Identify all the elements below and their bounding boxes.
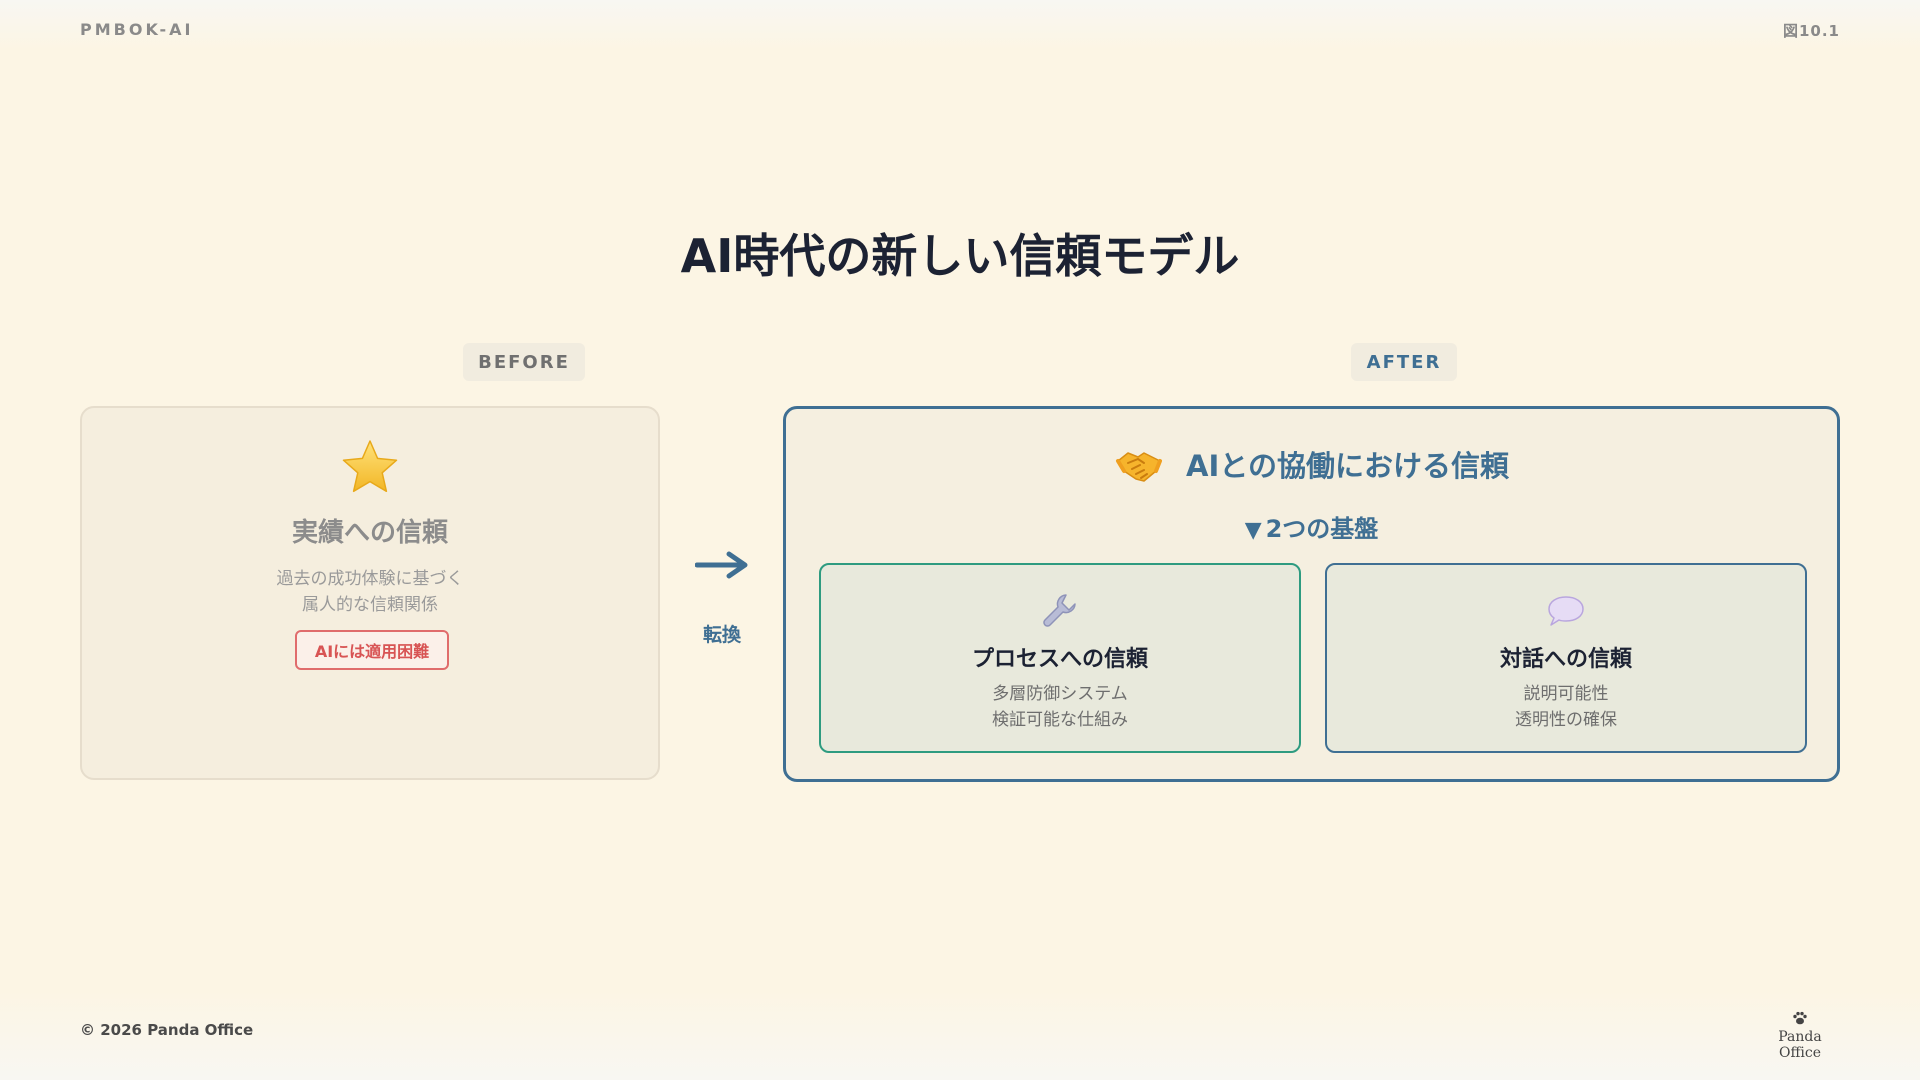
pillar-process-description: 多層防御システム 検証可能な仕組み <box>821 681 1299 733</box>
copyright: © 2026 Panda Office <box>80 1021 254 1039</box>
right-arrow-icon <box>695 551 748 579</box>
before-description: 過去の成功体験に基づく 属人的な信頼関係 <box>82 566 658 618</box>
before-description-line: 属人的な信頼関係 <box>302 595 438 615</box>
pillar-dialogue-description: 説明可能性 透明性の確保 <box>1327 681 1805 733</box>
pillar-process-title: プロセスへの信頼 <box>971 647 1148 672</box>
after-header: AIとの協働における信頼 <box>786 439 1837 489</box>
down-triangle-icon: ▼ <box>1244 518 1262 543</box>
pillar-description-line: 説明可能性 <box>1523 684 1609 704</box>
pillar-dialogue-title: 対話への信頼 <box>1499 647 1632 672</box>
not-applicable-badge: AIには適用困難 <box>295 630 449 670</box>
footer-logo-text: Panda Office <box>1778 1029 1822 1061</box>
brand-label: PMBOK-AI <box>80 20 194 39</box>
figure-number: 図10.1 <box>1782 22 1840 40</box>
before-tag: BEFORE <box>463 343 585 381</box>
wrench-icon <box>1043 594 1076 627</box>
pillar-dialogue: 対話への信頼 説明可能性 透明性の確保 <box>1325 563 1807 753</box>
transition-label: 転換 <box>702 624 741 646</box>
paw-icon <box>1793 1011 1807 1025</box>
pillar-description-line: 透明性の確保 <box>1515 710 1617 730</box>
footer-logo: Panda Office <box>1760 1010 1840 1061</box>
pillar-description-line: 多層防御システム <box>992 684 1128 704</box>
after-title: AIとの協働における信頼 <box>1186 449 1509 483</box>
foundations-heading-text: 2つの基盤 <box>1265 515 1379 543</box>
pillar-process: プロセスへの信頼 多層防御システム 検証可能な仕組み <box>819 563 1301 753</box>
pillar-description-line: 検証可能な仕組み <box>992 710 1128 730</box>
before-title: 実績への信頼 <box>291 518 448 548</box>
after-tag: AFTER <box>1351 343 1457 381</box>
speech-bubble-icon <box>1548 596 1584 626</box>
after-card: AIとの協働における信頼 ▼ 2つの基盤 プロセスへの信頼 多層防御システム 検証… <box>783 406 1840 782</box>
star-icon <box>342 440 398 493</box>
before-description-line: 過去の成功体験に基づく <box>276 569 464 589</box>
slide-title: AI時代の新しい信頼モデル <box>680 229 1240 283</box>
handshake-icon <box>1116 452 1163 482</box>
foundations-heading: ▼ 2つの基盤 <box>786 509 1837 544</box>
before-card: 実績への信頼 過去の成功体験に基づく 属人的な信頼関係 AIには適用困難 <box>80 406 660 780</box>
slide: PMBOK-AI 図10.1 AI時代の新しい信頼モデル BEFORE AFTE… <box>0 0 1920 1080</box>
